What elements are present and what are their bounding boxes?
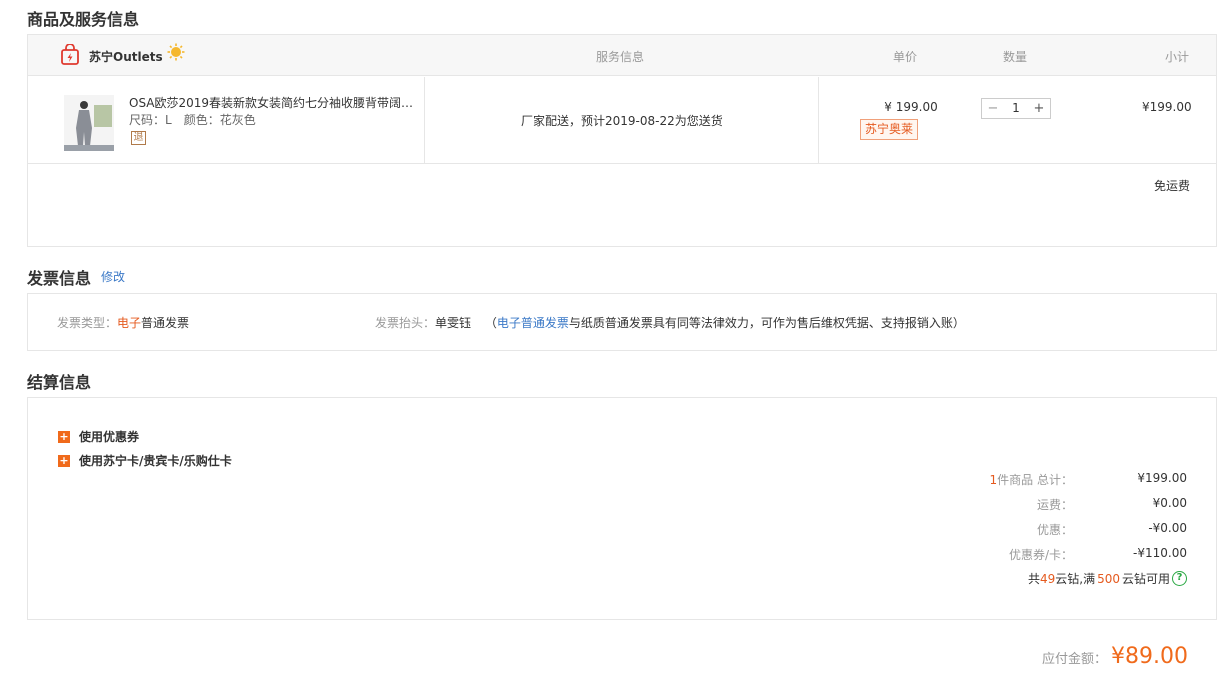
- use-card-option[interactable]: + 使用苏宁卡/贵宾卡/乐购仕卡: [58, 452, 232, 469]
- use-card-label: 使用苏宁卡/贵宾卡/乐购仕卡: [79, 454, 232, 468]
- cloud-diamond-info: 共 49 云钻,满 500 云钻可用 ?: [1028, 570, 1187, 587]
- cloud-mid: 云钻,满: [1055, 572, 1096, 586]
- shipping-fee-text: 免运费: [1153, 179, 1190, 193]
- invoice-header-value: 单雯钰: [435, 316, 472, 330]
- invoice-type: 发票类型：电子普通发票: [57, 314, 189, 331]
- discount-label: 优惠：: [1036, 523, 1073, 537]
- column-service: 服务信息: [596, 50, 645, 64]
- invoice-note: 与纸质普通发票具有同等法律效力，可作为售后维权凭据、支持报销入账）: [568, 316, 965, 330]
- quantity-input[interactable]: 1: [1004, 99, 1028, 118]
- products-section-title: 商品及服务信息: [27, 10, 140, 29]
- shipping-value: ¥0.00: [1152, 496, 1187, 510]
- use-coupon-option[interactable]: + 使用优惠券: [58, 428, 139, 445]
- invoice-panel: 发票类型：电子普通发票 发票抬头：单雯钰 （电子普通发票与纸质普通发票具有同等法…: [27, 293, 1217, 351]
- service-info-cell: 厂家配送，预计2019-08-22为您送货: [425, 77, 819, 163]
- delivery-info: 厂家配送，预计2019-08-22为您送货: [521, 114, 723, 128]
- settlement-panel: + 使用优惠券 + 使用苏宁卡/贵宾卡/乐购仕卡 1件商品 总计： ¥199.0…: [27, 397, 1217, 620]
- payable-label: 应付金额：: [1042, 652, 1108, 667]
- shipping-row: 免运费: [28, 163, 1216, 246]
- products-panel: 苏宁Outlets 服务信息 单价 数量 小计 OSA欧莎2019春装新款女装简: [27, 34, 1217, 247]
- items-total-label: 1件商品 总计：: [990, 471, 1073, 488]
- product-info-cell: OSA欧莎2019春装新款女装简约七分袖收腰背带阔腿裤... 尺码：L 颜色：花灰…: [28, 77, 425, 163]
- use-coupon-label: 使用优惠券: [79, 430, 140, 444]
- settlement-section-title: 结算信息: [27, 373, 92, 392]
- payable-amount-row: 应付金额： ¥89.00: [1042, 644, 1188, 669]
- coupon-card-value: -¥110.00: [1133, 546, 1187, 560]
- quantity-stepper: − 1 +: [981, 98, 1051, 119]
- product-row: OSA欧莎2019春装新款女装简约七分袖收腰背带阔腿裤... 尺码：L 颜色：花灰…: [28, 77, 1216, 163]
- unit-price: ¥ 199.00: [884, 100, 938, 114]
- coupon-card-label: 优惠券/卡：: [1008, 548, 1073, 562]
- sun-badge-icon: [167, 43, 185, 61]
- invoice-type-value: 普通发票: [141, 316, 190, 330]
- product-spec: 尺码：L 颜色：花灰色: [129, 111, 256, 128]
- help-icon[interactable]: ?: [1172, 571, 1187, 586]
- invoice-note-open: （: [484, 316, 497, 330]
- invoice-type-highlight: 电子: [117, 316, 142, 330]
- invoice-header-label: 发票抬头：: [375, 316, 436, 330]
- invoice-edit-link[interactable]: 修改: [101, 268, 125, 285]
- products-header: 苏宁Outlets 服务信息 单价 数量 小计: [28, 35, 1216, 76]
- payable-amount: ¥89.00: [1111, 644, 1188, 669]
- e-invoice-link[interactable]: 电子普通发票: [497, 316, 569, 330]
- quantity-decrease-button[interactable]: −: [982, 99, 1004, 118]
- return-badge: 退: [131, 131, 146, 145]
- column-subtotal: 小计: [1165, 50, 1190, 64]
- cloud-have: 49: [1039, 571, 1056, 586]
- plus-square-icon: +: [58, 453, 70, 467]
- column-quantity: 数量: [1003, 50, 1028, 64]
- plus-square-icon: +: [58, 429, 70, 443]
- cloud-min: 500: [1097, 571, 1120, 586]
- shipping-label: 运费：: [1036, 498, 1073, 512]
- product-thumbnail[interactable]: [64, 95, 114, 151]
- column-price: 单价: [893, 50, 918, 64]
- promo-tag: 苏宁奥莱: [860, 119, 919, 140]
- cloud-prefix: 共: [1027, 572, 1040, 586]
- store-name[interactable]: 苏宁Outlets: [89, 48, 163, 65]
- product-color: 颜色：花灰色: [183, 113, 256, 127]
- invoice-section-title: 发票信息: [27, 269, 92, 288]
- invoice-header: 发票抬头：单雯钰 （电子普通发票与纸质普通发票具有同等法律效力，可作为售后维权凭…: [375, 314, 965, 331]
- discount-value: -¥0.00: [1148, 521, 1187, 535]
- item-subtotal: ¥199.00: [1142, 100, 1192, 114]
- price-qty-cell: ¥ 199.00 苏宁奥莱 − 1 + ¥199.00: [819, 77, 1216, 163]
- quantity-increase-button[interactable]: +: [1028, 99, 1050, 118]
- invoice-type-label: 发票类型：: [57, 316, 118, 330]
- shopping-bag-icon: [61, 44, 79, 65]
- product-size: 尺码：L: [129, 113, 172, 127]
- product-name-link[interactable]: OSA欧莎2019春装新款女装简约七分袖收腰背带阔腿裤...: [129, 94, 414, 111]
- cloud-suffix: 云钻可用: [1121, 572, 1170, 586]
- items-total-label-text: 件商品 总计：: [997, 473, 1073, 487]
- items-total-value: ¥199.00: [1137, 471, 1187, 485]
